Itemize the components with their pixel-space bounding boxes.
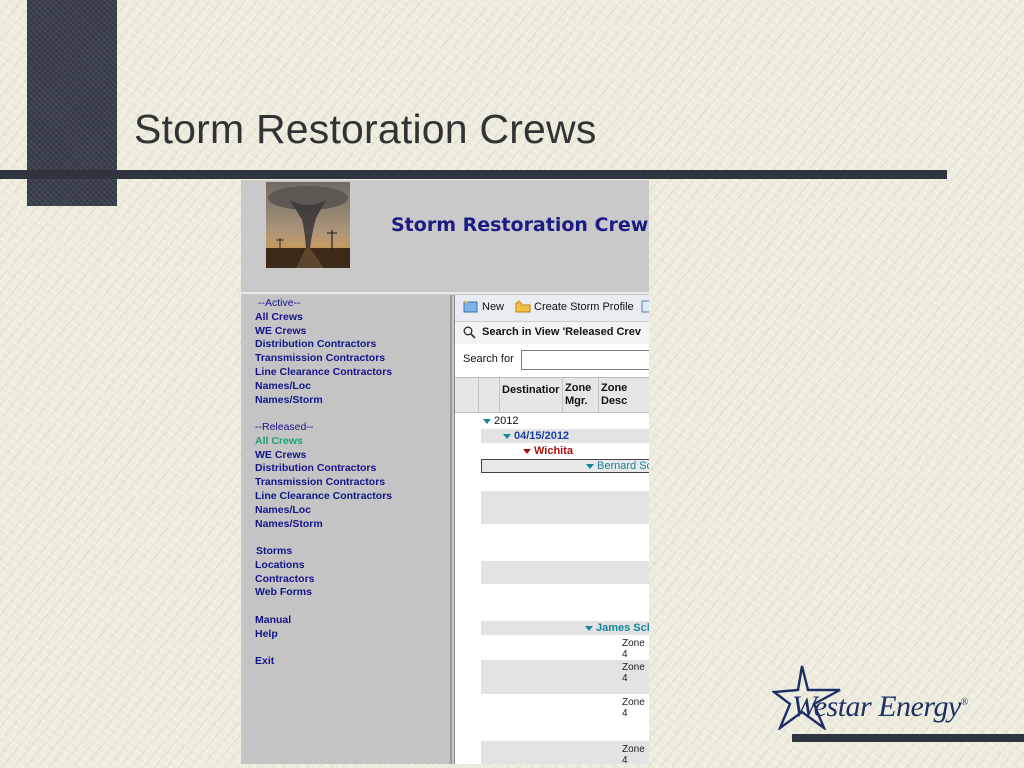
column-destination[interactable]: Destinatior (500, 378, 563, 412)
nav-storms[interactable]: Storms (255, 545, 455, 559)
nav-released-header: --Released-- (255, 421, 314, 433)
nav-web-forms[interactable]: Web Forms (255, 586, 455, 600)
zone-cell: Zone 4 (622, 638, 645, 660)
title-rule (0, 170, 947, 179)
grid-row-band (481, 561, 649, 584)
nav-locations[interactable]: Locations (255, 559, 455, 573)
grid-expand-column[interactable] (479, 378, 500, 412)
search-header-text: Search in View 'Released Crev (482, 326, 641, 338)
nav-manual[interactable]: Manual (255, 614, 455, 628)
tornado-image (266, 182, 350, 268)
nav-released-all-crews[interactable]: All Crews (255, 435, 455, 449)
nav-released-names-storm[interactable]: Names/Storm (255, 518, 455, 532)
grid-row-band (481, 491, 649, 524)
expand-triangle-icon (586, 463, 594, 469)
nav-active-line-clearance[interactable]: Line Clearance Contractors (255, 366, 455, 380)
nav-released-names-loc[interactable]: Names/Loc (255, 504, 455, 518)
grid-header: Destinatior Zone Mgr. Zone Desc (455, 377, 649, 413)
toolbar: New Create Storm Profile (455, 295, 649, 322)
logo-text: Westar Energy® (792, 690, 968, 724)
registered-mark: ® (960, 697, 969, 708)
zone-cell: Zone 4 (622, 697, 645, 719)
search-icon (463, 326, 476, 339)
main-view: New Create Storm Profile Search in View (454, 295, 649, 764)
nav-released-we-crews[interactable]: WE Crews (255, 449, 455, 463)
nav-active-header: --Active-- (258, 297, 301, 309)
toolbar-overflow-icon[interactable] (641, 300, 649, 313)
nav-active-names-loc[interactable]: Names/Loc (255, 380, 455, 394)
zone-cell: Zone 4 (622, 662, 645, 684)
group-date-label: 04/15/2012 (514, 430, 570, 442)
folder-star-icon (515, 300, 531, 313)
nav-help-group: Manual Help (255, 614, 455, 642)
sidebar-nav: --Active-- All Crews WE Crews Distributi… (244, 295, 452, 764)
logo-wordmark: Westar Energy (792, 690, 961, 723)
group1-label: Bernard Sc (597, 460, 649, 472)
search-label: Search for (463, 353, 514, 365)
group2-row[interactable]: James Sch (585, 622, 649, 634)
search-row: Search for (455, 345, 649, 373)
zone-cell: Zone 4 (622, 744, 645, 764)
expand-triangle-icon (503, 433, 511, 439)
nav-released-line-clearance[interactable]: Line Clearance Contractors (255, 490, 455, 504)
grid-select-column[interactable] (455, 378, 479, 412)
document-icon (641, 300, 649, 313)
column-zone-mgr[interactable]: Zone Mgr. (563, 378, 599, 412)
search-input[interactable] (521, 350, 649, 370)
create-storm-profile-button[interactable]: Create Storm Profile (515, 300, 634, 313)
group-year-label: 2012 (494, 415, 519, 427)
nav-active-group: --Active-- All Crews WE Crews Distributi… (255, 297, 455, 407)
new-document-icon (463, 300, 478, 313)
column-zone-desc[interactable]: Zone Desc (599, 378, 649, 412)
expand-triangle-icon (585, 625, 593, 631)
nav-active-distribution[interactable]: Distribution Contractors (255, 338, 455, 352)
group2-label: James Sch (596, 622, 649, 634)
expand-triangle-icon (523, 448, 531, 454)
group-location-label: Wichita (534, 445, 574, 457)
nav-released-group: --Released-- All Crews WE Crews Distribu… (255, 421, 455, 531)
nav-exit-group: Exit (255, 655, 455, 669)
group-location-row[interactable]: Wichita (523, 445, 649, 457)
new-button[interactable]: New (463, 300, 504, 313)
app-title: Storm Restoration Crews (391, 214, 649, 236)
nav-active-we-crews[interactable]: WE Crews (255, 325, 455, 339)
nav-other-group: Storms Locations Contractors Web Forms (255, 545, 455, 600)
nav-active-transmission[interactable]: Transmission Contractors (255, 352, 455, 366)
expand-triangle-icon (483, 418, 491, 424)
group-year-row[interactable]: 2012 (483, 415, 649, 427)
nav-released-transmission[interactable]: Transmission Contractors (255, 476, 455, 490)
app-screenshot: Storm Restoration Crews --Active-- All C… (241, 180, 649, 764)
app-header: Storm Restoration Crews (241, 180, 649, 294)
new-button-label: New (482, 300, 505, 313)
search-header: Search in View 'Released Crev (455, 322, 649, 344)
group-date-row[interactable]: 04/15/2012 (503, 430, 649, 442)
create-storm-profile-label: Create Storm Profile (534, 300, 634, 313)
group-row-selected[interactable]: Bernard Sc (481, 459, 649, 473)
westar-logo: Westar Energy® (772, 662, 982, 732)
nav-contractors[interactable]: Contractors (255, 573, 455, 587)
bottom-rule (792, 734, 1024, 742)
nav-help[interactable]: Help (255, 628, 455, 642)
nav-exit[interactable]: Exit (255, 655, 455, 669)
nav-active-names-storm[interactable]: Names/Storm (255, 394, 455, 408)
slide-title: Storm Restoration Crews (134, 106, 597, 152)
nav-active-all-crews[interactable]: All Crews (255, 311, 455, 325)
nav-released-distribution[interactable]: Distribution Contractors (255, 462, 455, 476)
